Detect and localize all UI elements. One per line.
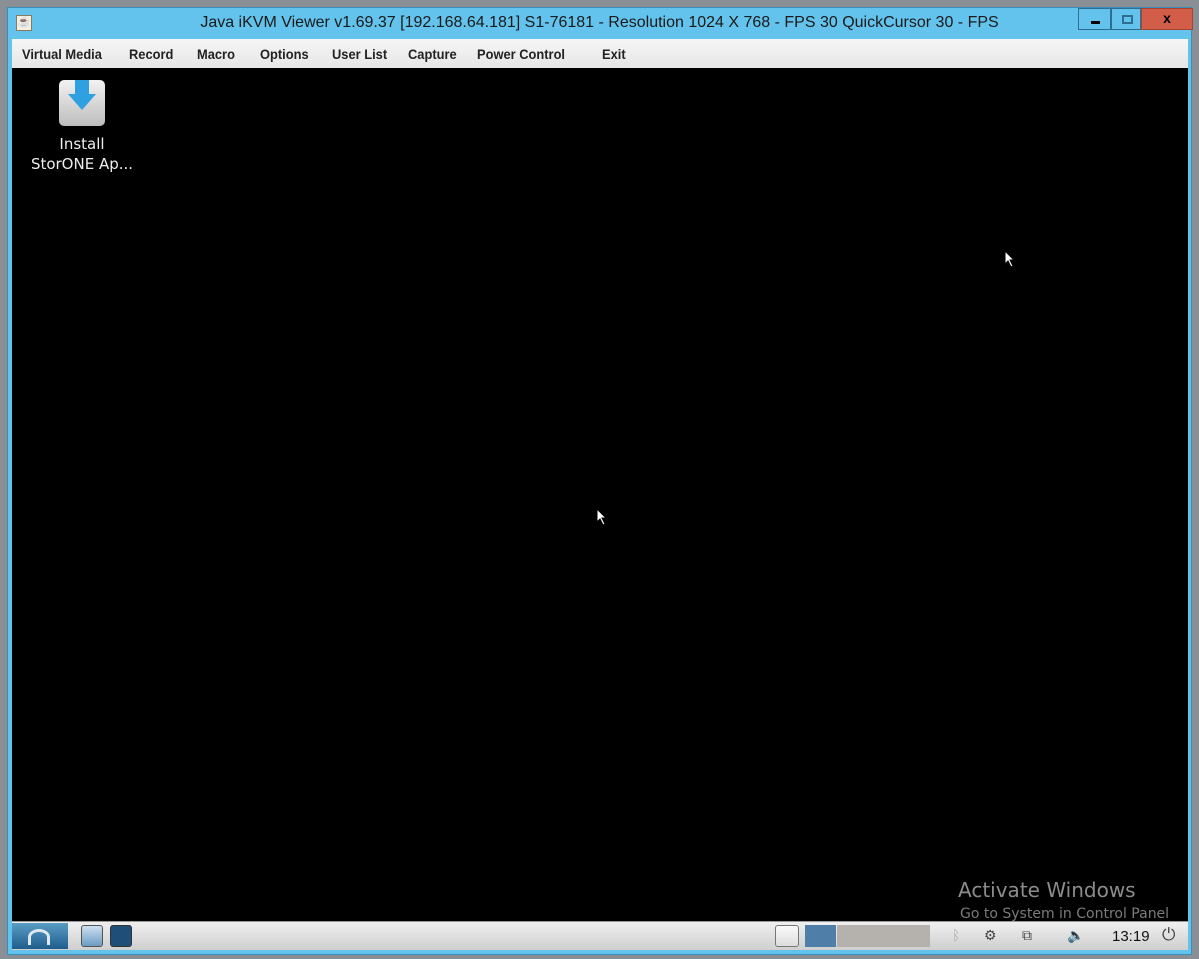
- menu-capture[interactable]: Capture: [408, 46, 457, 62]
- desktop-icon-install-storone[interactable]: Install StorONE Ap...: [22, 80, 142, 174]
- menu-exit[interactable]: Exit: [602, 46, 626, 62]
- activate-windows-subtitle: Go to System in Control Panel: [960, 906, 1170, 922]
- mouse-cursor-icon: [596, 508, 608, 526]
- workspace-2[interactable]: [837, 925, 868, 947]
- update-notifier-icon[interactable]: ⚙: [984, 927, 997, 944]
- network-disconnected-icon[interactable]: ⧉: [1022, 927, 1032, 944]
- file-manager-icon[interactable]: [81, 925, 103, 947]
- menu-record[interactable]: Record: [129, 46, 173, 62]
- menu-user-list[interactable]: User List: [332, 46, 387, 62]
- window-title: Java iKVM Viewer v1.69.37 [192.168.64.18…: [200, 14, 999, 31]
- menu-virtual-media[interactable]: Virtual Media: [22, 46, 102, 62]
- maximize-button[interactable]: [1111, 8, 1141, 30]
- menu-bar: Virtual Media Record Macro Options User …: [12, 39, 1188, 68]
- title-bar[interactable]: ☕ Java iKVM Viewer v1.69.37 [192.168.64.…: [8, 8, 1193, 38]
- close-button[interactable]: x: [1141, 8, 1193, 30]
- minimize-button[interactable]: [1078, 8, 1111, 30]
- bluetooth-icon[interactable]: ᛒ: [952, 927, 960, 943]
- label-line1: Install: [59, 135, 105, 153]
- mouse-cursor-icon: [1004, 250, 1016, 268]
- menu-macro[interactable]: Macro: [197, 46, 235, 62]
- kvm-window: ☕ Java iKVM Viewer v1.69.37 [192.168.64.…: [7, 7, 1193, 955]
- browser-icon[interactable]: [110, 925, 132, 947]
- show-desktop-icon[interactable]: [775, 925, 799, 947]
- workspace-1[interactable]: [805, 925, 836, 947]
- remote-screen[interactable]: Install StorONE Ap...: [12, 68, 1188, 921]
- start-menu-button[interactable]: [12, 923, 68, 949]
- desktop-icon-label: Install StorONE Ap...: [22, 134, 142, 174]
- menu-options[interactable]: Options: [260, 46, 309, 62]
- clock[interactable]: 13:19: [1112, 928, 1150, 945]
- activate-windows-watermark: Activate Windows: [958, 878, 1136, 902]
- power-icon[interactable]: ⏻: [1162, 925, 1175, 945]
- install-drive-icon: [59, 80, 105, 126]
- remote-taskbar: ᛒ ⚙ ⧉ 🔈 13:19 ⏻: [12, 921, 1188, 950]
- workspace-3[interactable]: [868, 925, 899, 947]
- workspace-4[interactable]: [899, 925, 930, 947]
- volume-icon[interactable]: 🔈: [1067, 927, 1084, 944]
- label-line2: StorONE Ap...: [30, 155, 134, 173]
- menu-power-control[interactable]: Power Control: [477, 46, 565, 62]
